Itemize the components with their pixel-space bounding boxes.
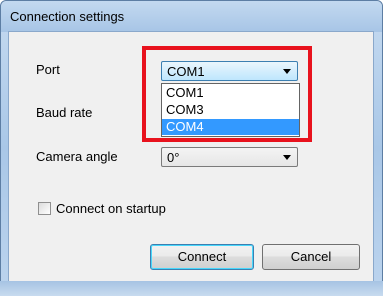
camera-angle-select[interactable]: 0° (161, 147, 298, 167)
port-highlight-box (142, 46, 312, 142)
title-bar[interactable]: Connection settings (1, 1, 382, 32)
baud-rate-label: Baud rate (36, 105, 93, 120)
camera-angle-label: Camera angle (36, 149, 118, 164)
window-bottom-edge (0, 281, 383, 296)
port-label: Port (36, 62, 60, 77)
connect-on-startup-label[interactable]: Connect on startup (56, 201, 166, 216)
connect-button[interactable]: Connect (150, 244, 254, 270)
chevron-down-icon (283, 155, 291, 160)
camera-angle-value: 0° (167, 150, 180, 165)
window-title: Connection settings (10, 9, 125, 24)
cancel-button[interactable]: Cancel (262, 244, 360, 270)
connect-on-startup-checkbox[interactable] (38, 202, 51, 215)
